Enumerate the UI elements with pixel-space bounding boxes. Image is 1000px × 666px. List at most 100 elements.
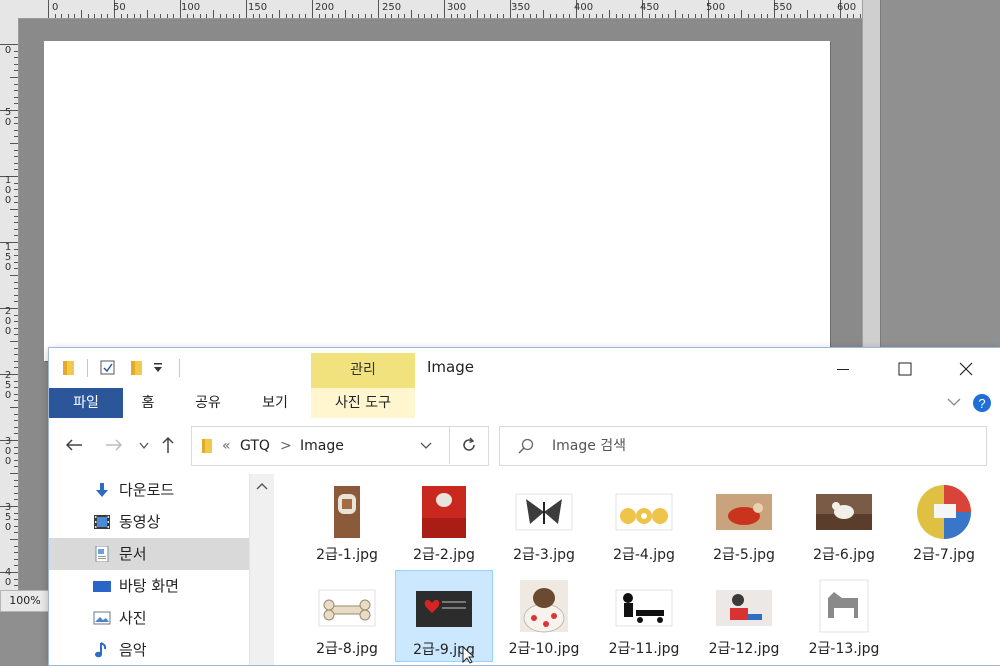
forward-arrow-icon[interactable] [105,438,123,452]
ruler-tick [87,14,89,18]
close-button[interactable] [936,348,996,388]
file-item-2급-12[interactable]: 2급-12.jpg [696,570,792,660]
file-item-2급-13[interactable]: 2급-13.jpg [796,570,892,660]
address-bar[interactable]: « GTQ > Image [191,426,489,466]
ribbon-tab-bar: 파일 홈 공유 보기 사진 도구 ? [49,388,1000,419]
customize-dropdown-icon[interactable] [153,362,163,374]
ruler-tick [10,473,18,474]
horizontal-ruler [0,0,862,19]
breadcrumb-gtq[interactable]: GTQ [240,427,270,465]
up-arrow-icon[interactable] [161,436,175,454]
file-item-2급-1[interactable]: 2급-1.jpg [299,476,395,566]
ruler-tick [404,14,406,18]
nav-item-pictures[interactable]: 사진 [49,602,249,634]
navigation-pane-scrollbar[interactable] [249,474,274,665]
document-canvas[interactable] [44,41,830,361]
tab-file[interactable]: 파일 [49,388,123,418]
ruler-tick [14,459,18,461]
ruler-tick [635,14,637,18]
ruler-tick-label: 100 [181,2,201,13]
file-item-2급-8[interactable]: 2급-8.jpg [299,570,395,660]
expand-ribbon-icon[interactable] [947,397,961,407]
tab-view[interactable]: 보기 [254,388,296,418]
breadcrumb-image[interactable]: Image [300,427,344,465]
ruler-tick [14,433,18,435]
ruler-tick [298,14,300,18]
file-item-2급-4[interactable]: 2급-4.jpg [596,476,692,566]
maximize-button[interactable] [875,348,935,388]
address-dropdown-icon[interactable] [420,442,432,450]
refresh-button[interactable] [449,426,488,464]
ruler-tick [655,14,657,18]
nav-item-videos[interactable]: 동영상 [49,506,249,538]
ruler-tick [186,14,188,18]
ruler-tick [10,143,18,144]
ruler-tick [14,327,18,329]
file-item-2급-2[interactable]: 2급-2.jpg [396,476,492,566]
ruler-tick [14,123,18,125]
ruler-tick [265,14,267,18]
file-explorer-window[interactable]: 관리 Image 파일 홈 공유 보기 사진 도구 ? « GTQ > Imag… [49,348,1000,665]
file-item-2급-3[interactable]: 2급-3.jpg [496,476,592,566]
file-name: 2급-11.jpg [608,641,680,657]
nav-item-downloads[interactable]: 다운로드 [49,474,249,506]
ruler-tick [10,209,18,210]
address-overflow-chevron[interactable]: « [222,427,231,465]
tab-home[interactable]: 홈 [129,388,167,418]
recent-locations-icon[interactable] [139,442,149,450]
navigation-pane: 다운로드 동영상 문서 바탕 화면 사진 음악 [49,474,274,665]
file-item-2급-6[interactable]: 2급-6.jpg [796,476,892,566]
new-folder-icon[interactable] [129,359,145,377]
svg-text:?: ? [978,396,985,411]
ruler-tick [285,14,287,18]
ruler-tick [569,14,571,18]
ruler-tick [48,0,49,18]
ruler-tick [14,393,18,395]
file-item-2급-9[interactable]: 2급-9.jpg [395,570,493,662]
ruler-tick [681,14,683,18]
scroll-up-icon[interactable] [256,482,268,490]
ruler-tick [727,14,729,18]
ruler-tick [10,407,18,408]
ruler-tick [780,14,782,18]
ruler-tick [602,14,604,18]
nav-item-music[interactable]: 음악 [49,634,249,666]
title-bar[interactable]: 관리 Image [49,348,1000,388]
help-icon[interactable]: ? [972,393,992,413]
ruler-tick [14,334,18,336]
ruler-tick [793,14,795,18]
ruler-tick [391,14,393,18]
tab-share[interactable]: 공유 [187,388,229,418]
ruler-tick [675,10,676,18]
file-item-2급-11[interactable]: 2급-11.jpg [596,570,692,660]
ruler-tick-label: 3 0 0 [4,436,12,467]
thumbnail-image [334,486,360,538]
search-input[interactable]: Image 검색 [499,426,987,466]
ruler-tick [694,14,696,18]
ruler-tick [14,453,18,455]
ruler-tick [496,14,498,18]
nav-item-desktop[interactable]: 바탕 화면 [49,570,249,602]
ruler-tick [67,14,69,18]
properties-icon[interactable] [99,359,117,377]
file-item-2급-10[interactable]: 2급-10.jpg [496,570,592,660]
file-item-2급-7[interactable]: 2급-7.jpg [896,476,992,566]
file-item-2급-5[interactable]: 2급-5.jpg [696,476,792,566]
ruler-tick [450,14,452,18]
zoom-level[interactable]: 100% [0,590,50,612]
file-name: 2급-5.jpg [713,547,775,563]
nav-item-documents[interactable]: 문서 [49,538,249,570]
minimize-button[interactable] [813,348,873,388]
folder-icon [202,439,212,453]
ruler-tick-label: 1 5 0 [4,242,12,273]
ruler-tick [272,14,274,18]
ruler-tick [411,10,412,18]
ruler-tick-label: 550 [773,2,793,13]
ruler-tick [14,413,18,415]
ruler-tick-label: 200 [315,2,335,13]
back-arrow-icon[interactable] [65,438,83,452]
ruler-tick [397,14,399,18]
ruler-tick [14,525,18,527]
download-icon [96,483,108,497]
tab-photo-tools[interactable]: 사진 도구 [311,388,415,418]
